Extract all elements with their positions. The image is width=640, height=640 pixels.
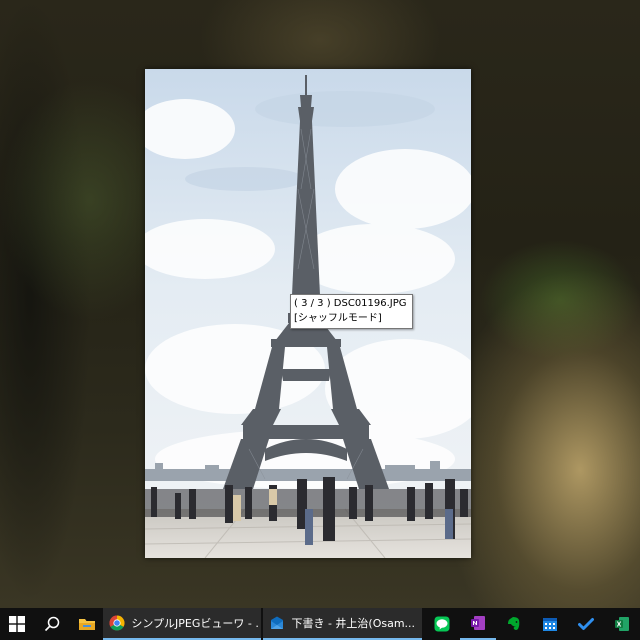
taskbar: シンプルJPEGビューワ - ... 下書き - 井上治(Osam... <box>0 608 640 640</box>
taskbar-line[interactable] <box>424 608 460 640</box>
taskbar-evernote[interactable] <box>496 608 532 640</box>
excel-icon <box>614 617 629 631</box>
file-info-tooltip: ( 3 / 3 ) DSC01196.JPG [シャッフルモード] <box>290 294 413 329</box>
chrome-icon <box>109 615 125 631</box>
taskbar-calendar[interactable] <box>532 608 568 640</box>
search-button[interactable] <box>33 608 70 640</box>
start-button[interactable] <box>0 608 33 640</box>
windows-logo-icon <box>8 616 25 632</box>
taskbar-onenote[interactable] <box>459 608 496 640</box>
file-explorer-button[interactable] <box>70 608 103 640</box>
onenote-icon <box>470 616 485 630</box>
tooltip-filename: ( 3 / 3 ) DSC01196.JPG <box>294 298 407 309</box>
line-icon <box>434 616 450 632</box>
taskbar-app-label: 下書き - 井上治(Osam... <box>291 617 416 630</box>
tooltip-mode: [シャッフルモード] <box>294 313 382 324</box>
taskbar-app-mail-draft[interactable]: 下書き - 井上治(Osam... <box>263 608 422 640</box>
todo-icon <box>577 618 594 630</box>
mail-icon <box>271 616 284 629</box>
taskbar-excel[interactable] <box>604 608 640 640</box>
taskbar-app-jpeg-viewer[interactable]: シンプルJPEGビューワ - ... <box>103 608 262 640</box>
taskbar-app-label: シンプルJPEGビューワ - ... <box>131 617 260 630</box>
search-icon <box>44 616 59 632</box>
evernote-icon <box>507 617 520 630</box>
taskbar-todo[interactable] <box>568 608 604 640</box>
calendar-icon <box>542 618 557 631</box>
folder-icon <box>78 619 95 630</box>
